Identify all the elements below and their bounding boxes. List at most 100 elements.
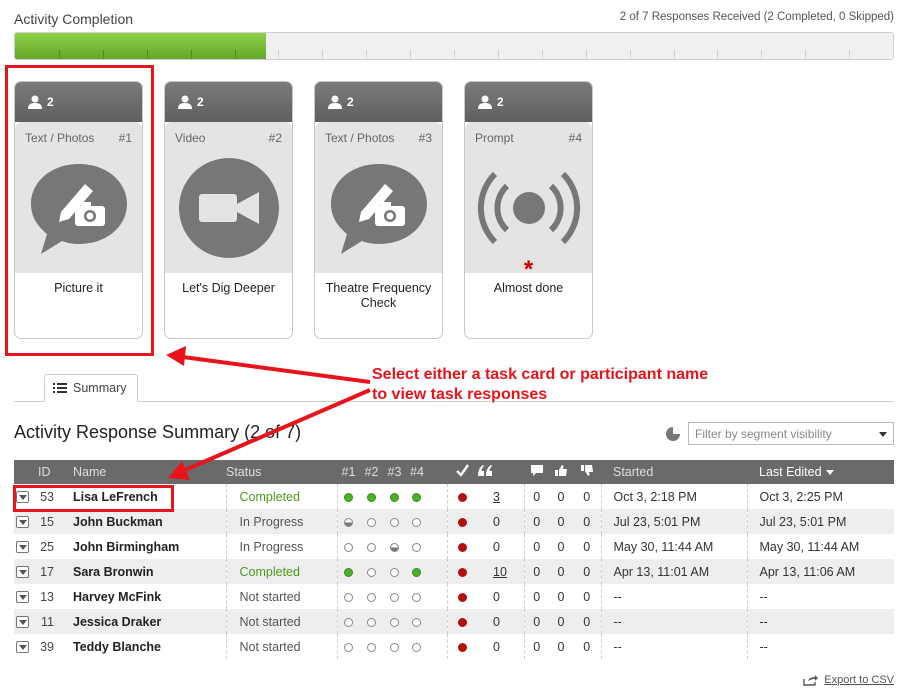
table-row[interactable]: 39 Teddy Blanche Not started 0 0 0 0 -- -- (14, 634, 894, 659)
card-task-type: Text / Photos (325, 131, 395, 145)
card-task-name: Almost done (493, 281, 564, 295)
started-date: -- (601, 634, 748, 659)
last-edited-date: -- (759, 589, 768, 604)
comments-count: 0 (533, 539, 541, 554)
row-status: Not started (226, 584, 338, 609)
row-expand-button[interactable] (16, 591, 29, 604)
chevron-down-icon (879, 432, 887, 437)
col-task-2[interactable]: #2 (360, 460, 383, 484)
participant-name-link[interactable]: Harvey McFink (64, 584, 227, 609)
task-4-status-dot (412, 592, 421, 602)
task-1-status-dot (344, 517, 354, 527)
last-edited-date: May 30, 11:44 AM (759, 539, 860, 554)
dislikes-count: 0 (573, 584, 602, 609)
dislikes-count: 0 (573, 634, 602, 659)
card-body: Video #2 (165, 122, 292, 273)
table-row[interactable]: 17 Sara Bronwin Completed 10 0 0 0 Apr 13, 11:0… (14, 559, 894, 584)
required-asterisk: * (523, 256, 534, 283)
participant-name-link[interactable]: Jessica Draker (64, 609, 227, 634)
segment-filter-placeholder: Filter by segment visibility (695, 427, 832, 441)
col-started[interactable]: Started (601, 460, 747, 484)
row-status: Completed (226, 559, 338, 584)
col-last-edited[interactable]: Last Edited (747, 460, 894, 484)
task-4-status-dot (412, 567, 421, 577)
row-expand-button[interactable] (16, 541, 29, 554)
comments-count: 0 (533, 514, 541, 529)
sort-desc-icon (825, 470, 834, 476)
quotes-count[interactable]: 10 (477, 559, 525, 584)
card-task-type: Prompt (475, 131, 514, 145)
col-dislikes[interactable] (573, 460, 601, 484)
dislikes-count: 0 (573, 609, 602, 634)
participant-name-link[interactable]: John Birmingham (64, 534, 227, 559)
progress-tick (322, 50, 324, 59)
table-row[interactable]: 13 Harvey McFink Not started 0 0 0 0 -- -- (14, 584, 894, 609)
col-task-3[interactable]: #3 (383, 460, 406, 484)
task-card-3[interactable]: 2 Text / Photos #3 Theatre Frequency Check (314, 81, 443, 339)
table-row[interactable]: 11 Jessica Draker Not started 0 0 0 0 -- -- (14, 609, 894, 634)
col-check[interactable] (447, 460, 477, 484)
quotes-count[interactable]: 3 (477, 484, 525, 509)
task-4-status-dot (412, 542, 421, 552)
row-expand-button[interactable] (16, 566, 29, 579)
col-name[interactable]: Name (64, 460, 226, 484)
table-row[interactable]: 15 John Buckman In Progress 0 0 0 0 Jul 23, 5:0… (14, 509, 894, 534)
card-participant-count: 2 (315, 82, 442, 122)
participant-name-link[interactable]: Sara Bronwin (64, 559, 227, 584)
col-quotes[interactable] (477, 460, 524, 484)
tab-summary[interactable]: Summary (44, 374, 138, 402)
likes-count: 0 (557, 489, 565, 504)
participant-name-link[interactable]: Teddy Blanche (64, 634, 227, 659)
card-body: Text / Photos #3 (315, 122, 442, 273)
started-date: Oct 3, 2:18 PM (601, 484, 748, 509)
segment-filter-select[interactable]: Filter by segment visibility (688, 422, 894, 445)
progress-tick (234, 50, 236, 59)
started-date: Jul 23, 5:01 PM (601, 509, 748, 534)
row-status: Not started (226, 609, 338, 634)
participant-name-link[interactable]: John Buckman (64, 509, 227, 534)
comments-count: 0 (533, 564, 541, 579)
row-expand-button[interactable] (16, 516, 29, 529)
col-status[interactable]: Status (226, 460, 337, 484)
row-expand-button[interactable] (16, 616, 29, 629)
annotation-callout: Select either a task card or participant… (372, 365, 708, 405)
started-date: -- (601, 609, 748, 634)
task-2-status-dot (367, 517, 376, 527)
last-edited-date: -- (759, 639, 768, 654)
activity-completion-title: Activity Completion (14, 11, 134, 27)
task-card-4[interactable]: 2 Prompt #4 * Almost done (464, 81, 593, 339)
progress-tick (102, 50, 104, 59)
responses-received-text: 2 of 7 Responses Received (2 Completed, … (619, 11, 894, 23)
progress-tick (761, 50, 763, 59)
progress-tick (366, 50, 368, 59)
row-id: 15 (40, 514, 54, 529)
started-date: Apr 13, 11:01 AM (601, 559, 748, 584)
quotes-count: 0 (477, 609, 525, 634)
progress-tick (585, 50, 587, 59)
row-expand-button[interactable] (16, 641, 29, 654)
task-card-2[interactable]: 2 Video #2 Let's Dig Deeper (164, 81, 293, 339)
col-id[interactable]: ID (38, 460, 64, 484)
col-likes[interactable] (549, 460, 573, 484)
task-2-status-dot (367, 542, 376, 552)
export-csv-link[interactable]: Export to CSV (803, 674, 894, 686)
dislikes-count: 0 (573, 484, 602, 509)
col-task-1[interactable]: #1 (337, 460, 360, 484)
quotes-count: 0 (477, 509, 525, 534)
progress-tick (849, 50, 851, 59)
pie-chart-icon[interactable] (665, 426, 681, 442)
card-participant-count: 2 (165, 82, 292, 122)
task-1-status-dot (344, 592, 354, 602)
completion-dot (457, 617, 467, 627)
col-task-4[interactable]: #4 (406, 460, 447, 484)
completion-dot (457, 592, 467, 602)
tab-summary-label: Summary (73, 381, 127, 395)
row-status: In Progress (226, 534, 338, 559)
quote-icon (478, 465, 492, 476)
row-id: 13 (40, 589, 54, 604)
completion-dot (457, 642, 467, 652)
task-2-status-dot (367, 642, 376, 652)
task-2-status-dot (367, 617, 376, 627)
col-comments[interactable] (524, 460, 549, 484)
table-row[interactable]: 25 John Birmingham In Progress 0 0 0 0 May 30, … (14, 534, 894, 559)
